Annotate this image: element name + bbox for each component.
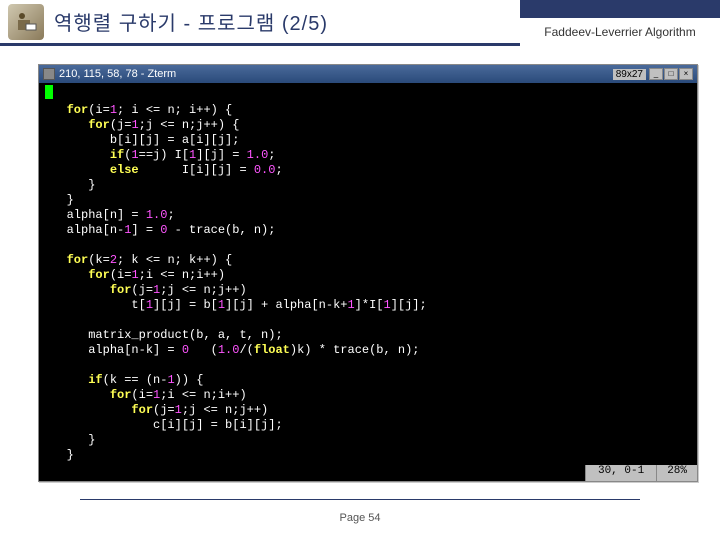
terminal-window: 210, 115, 58, 78 - Zterm 89x27 _ □ × for… [38, 64, 698, 482]
terminal-dimensions: 89x27 [613, 69, 646, 80]
terminal-titlebar[interactable]: 210, 115, 58, 78 - Zterm 89x27 _ □ × [39, 65, 697, 83]
reader-icon [8, 4, 44, 40]
close-button[interactable]: × [679, 68, 693, 80]
header-right: Faddeev-Leverrier Algorithm [520, 0, 720, 46]
slide-title: 역행렬 구하기 - 프로그램 (2/5) [54, 7, 328, 36]
algorithm-label: Faddeev-Leverrier Algorithm [544, 25, 695, 39]
status-left [39, 465, 585, 481]
status-position: 30, 0-1 [585, 465, 656, 481]
header-left: 역행렬 구하기 - 프로그램 (2/5) [0, 0, 520, 46]
slide-header: 역행렬 구하기 - 프로그램 (2/5) Faddeev-Leverrier A… [0, 0, 720, 46]
code-content: for(i=1; i <= n; i++) { for(j=1;j <= n;j… [45, 103, 691, 463]
status-percent: 28% [656, 465, 697, 481]
cursor-icon [45, 85, 53, 99]
window-icon [43, 68, 55, 80]
maximize-button[interactable]: □ [664, 68, 678, 80]
minimize-button[interactable]: _ [649, 68, 663, 80]
terminal-statusbar: 30, 0-1 28% [39, 465, 697, 481]
terminal-title: 210, 115, 58, 78 - Zterm [59, 68, 613, 80]
footer-divider [80, 499, 640, 500]
terminal-body: for(i=1; i <= n; i++) { for(j=1;j <= n;j… [39, 83, 697, 465]
page-number: Page 54 [0, 512, 720, 524]
